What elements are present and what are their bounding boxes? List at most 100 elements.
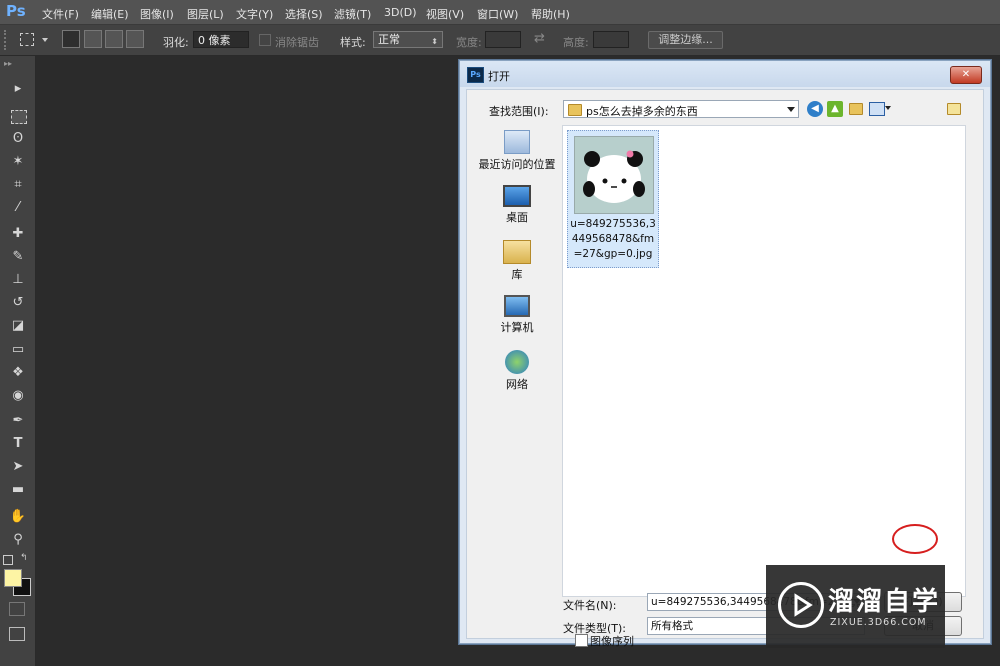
up-folder-icon[interactable]: ▲: [827, 101, 843, 117]
place-computer[interactable]: 计算机: [472, 295, 562, 347]
filename-label: 文件名(N):: [563, 599, 617, 612]
image-sequence-checkbox[interactable]: [575, 634, 588, 647]
collapse-icon[interactable]: ▸▸: [4, 59, 12, 68]
eyedropper-icon[interactable]: ⁄: [9, 199, 27, 217]
feather-input[interactable]: 0 像素: [193, 31, 249, 48]
default-colors-icon[interactable]: [3, 555, 13, 565]
panda-image: [583, 150, 645, 203]
menu-layer[interactable]: 图层(L): [187, 6, 224, 22]
file-name: u=849275536,3449568478&fm=27&gp=0.jpg: [570, 218, 656, 260]
lasso-icon[interactable]: ʘ: [9, 130, 27, 148]
style-select-value: 正常: [378, 33, 400, 46]
options-grip[interactable]: [4, 30, 8, 50]
lookin-value: ps怎么去掉多余的东西: [586, 105, 698, 118]
place-computer-label: 计算机: [500, 321, 534, 334]
menu-filter[interactable]: 滤镜(T): [334, 6, 371, 22]
menu-file[interactable]: 文件(F): [42, 6, 79, 22]
place-recent-label: 最近访问的位置: [478, 158, 556, 171]
favorites-folder-icon[interactable]: [947, 103, 961, 115]
intersect-selection-button[interactable]: [126, 30, 144, 48]
subtract-selection-button[interactable]: [105, 30, 123, 48]
style-select[interactable]: 正常 ⬍: [373, 31, 443, 48]
foreground-color-swatch[interactable]: [4, 569, 22, 587]
menu-window[interactable]: 窗口(W): [477, 6, 518, 22]
highlight-circle: [892, 524, 938, 554]
menu-3d[interactable]: 3D(D): [384, 6, 417, 19]
place-desktop-label: 桌面: [506, 211, 528, 224]
width-label: 宽度:: [456, 36, 482, 49]
computer-icon: [504, 295, 530, 317]
dialog-titlebar[interactable]: Ps 打开 ✕: [460, 61, 990, 87]
menu-type[interactable]: 文字(Y): [236, 6, 273, 22]
magic-wand-icon[interactable]: ✶: [9, 153, 27, 171]
place-libraries[interactable]: 库: [472, 240, 562, 292]
screen-mode-icon[interactable]: [9, 627, 25, 641]
brush-icon[interactable]: ✎: [9, 248, 27, 266]
refine-edge-button[interactable]: 调整边缘...: [648, 31, 723, 49]
swap-colors-icon[interactable]: ↰: [20, 553, 28, 563]
new-folder-icon[interactable]: [849, 103, 863, 115]
eraser-icon[interactable]: ◪: [9, 317, 27, 335]
antialias-label: 消除锯齿: [275, 36, 319, 49]
zoom-icon[interactable]: ⚲: [9, 531, 27, 549]
back-icon[interactable]: ◀: [807, 101, 823, 117]
height-input[interactable]: [593, 31, 629, 48]
network-icon: [505, 350, 529, 374]
move-icon[interactable]: ▸: [9, 80, 27, 98]
photoshop-icon: Ps: [467, 67, 484, 83]
lookin-combo[interactable]: ps怎么去掉多余的东西: [563, 100, 799, 118]
places-bar: 最近访问的位置 桌面 库 计算机 网络: [472, 125, 562, 585]
marquee-icon[interactable]: [11, 110, 27, 124]
hand-icon[interactable]: ✋: [9, 508, 27, 526]
path-select-icon[interactable]: ➤: [9, 458, 27, 476]
menu-bar: Ps 文件(F) 编辑(E) 图像(I) 图层(L) 文字(Y) 选择(S) 滤…: [0, 0, 1000, 25]
blur-icon[interactable]: ❖: [9, 364, 27, 382]
menu-image[interactable]: 图像(I): [140, 6, 174, 22]
add-selection-button[interactable]: [84, 30, 102, 48]
filetype-value: 所有格式: [651, 620, 693, 632]
width-input[interactable]: [485, 31, 521, 48]
marquee-preset-icon[interactable]: [20, 33, 34, 46]
libraries-icon: [503, 240, 531, 264]
place-desktop[interactable]: 桌面: [472, 185, 562, 237]
healing-icon[interactable]: ✚: [9, 225, 27, 243]
open-dialog: Ps 打开 ✕ 查找范围(I): ps怎么去掉多余的东西 ◀ ▲ 最近访问的位置…: [459, 60, 991, 648]
dialog-body: 查找范围(I): ps怎么去掉多余的东西 ◀ ▲ 最近访问的位置 桌面 库 计算…: [466, 89, 984, 648]
stamp-icon[interactable]: ⊥: [9, 271, 27, 289]
menu-help[interactable]: 帮助(H): [531, 6, 570, 22]
tools-panel: ▸▸ ▸ ʘ ✶ ⌗ ⁄ ✚ ✎ ⊥ ↺ ◪ ▭ ❖ ◉ ✒ T ➤ ▬ ✋ ⚲…: [0, 56, 36, 666]
type-icon[interactable]: T: [9, 435, 27, 453]
dodge-icon[interactable]: ◉: [9, 387, 27, 405]
antialias-checkbox[interactable]: [259, 34, 271, 46]
desktop-icon: [503, 185, 531, 207]
image-sequence-label: 图像序列: [590, 635, 634, 648]
view-dropdown-icon[interactable]: [885, 106, 891, 110]
watermark: 溜溜自学 ZIXUE.3D66.COM: [766, 565, 945, 648]
place-recent[interactable]: 最近访问的位置: [472, 130, 562, 182]
place-libraries-label: 库: [511, 268, 523, 281]
feather-label: 羽化:: [163, 36, 189, 49]
place-network-label: 网络: [506, 378, 528, 391]
updown-icon: ⬍: [431, 37, 438, 46]
view-menu-icon[interactable]: [869, 102, 885, 116]
menu-edit[interactable]: 编辑(E): [91, 6, 129, 22]
close-button[interactable]: ✕: [950, 66, 982, 84]
swap-icon[interactable]: ⇄: [534, 31, 545, 46]
gradient-icon[interactable]: ▭: [9, 341, 27, 359]
new-selection-button[interactable]: [62, 30, 80, 48]
pen-icon[interactable]: ✒: [9, 412, 27, 430]
history-brush-icon[interactable]: ↺: [9, 294, 27, 312]
watermark-brand: 溜溜自学: [828, 587, 941, 617]
recent-places-icon: [504, 130, 530, 154]
crop-icon[interactable]: ⌗: [9, 176, 27, 194]
watermark-url: ZIXUE.3D66.COM: [830, 617, 927, 628]
quick-mask-icon[interactable]: [9, 602, 25, 616]
menu-select[interactable]: 选择(S): [285, 6, 323, 22]
menu-view[interactable]: 视图(V): [426, 6, 464, 22]
place-network[interactable]: 网络: [472, 350, 562, 402]
options-bar: 羽化: 0 像素 消除锯齿 样式: 正常 ⬍ 宽度: ⇄ 高度: 调整边缘...: [0, 25, 1000, 56]
file-item[interactable]: u=849275536,3449568478&fm=27&gp=0.jpg: [567, 130, 659, 268]
shape-icon[interactable]: ▬: [9, 481, 27, 499]
preset-dropdown-icon[interactable]: [42, 38, 48, 42]
dialog-title: 打开: [488, 70, 510, 83]
